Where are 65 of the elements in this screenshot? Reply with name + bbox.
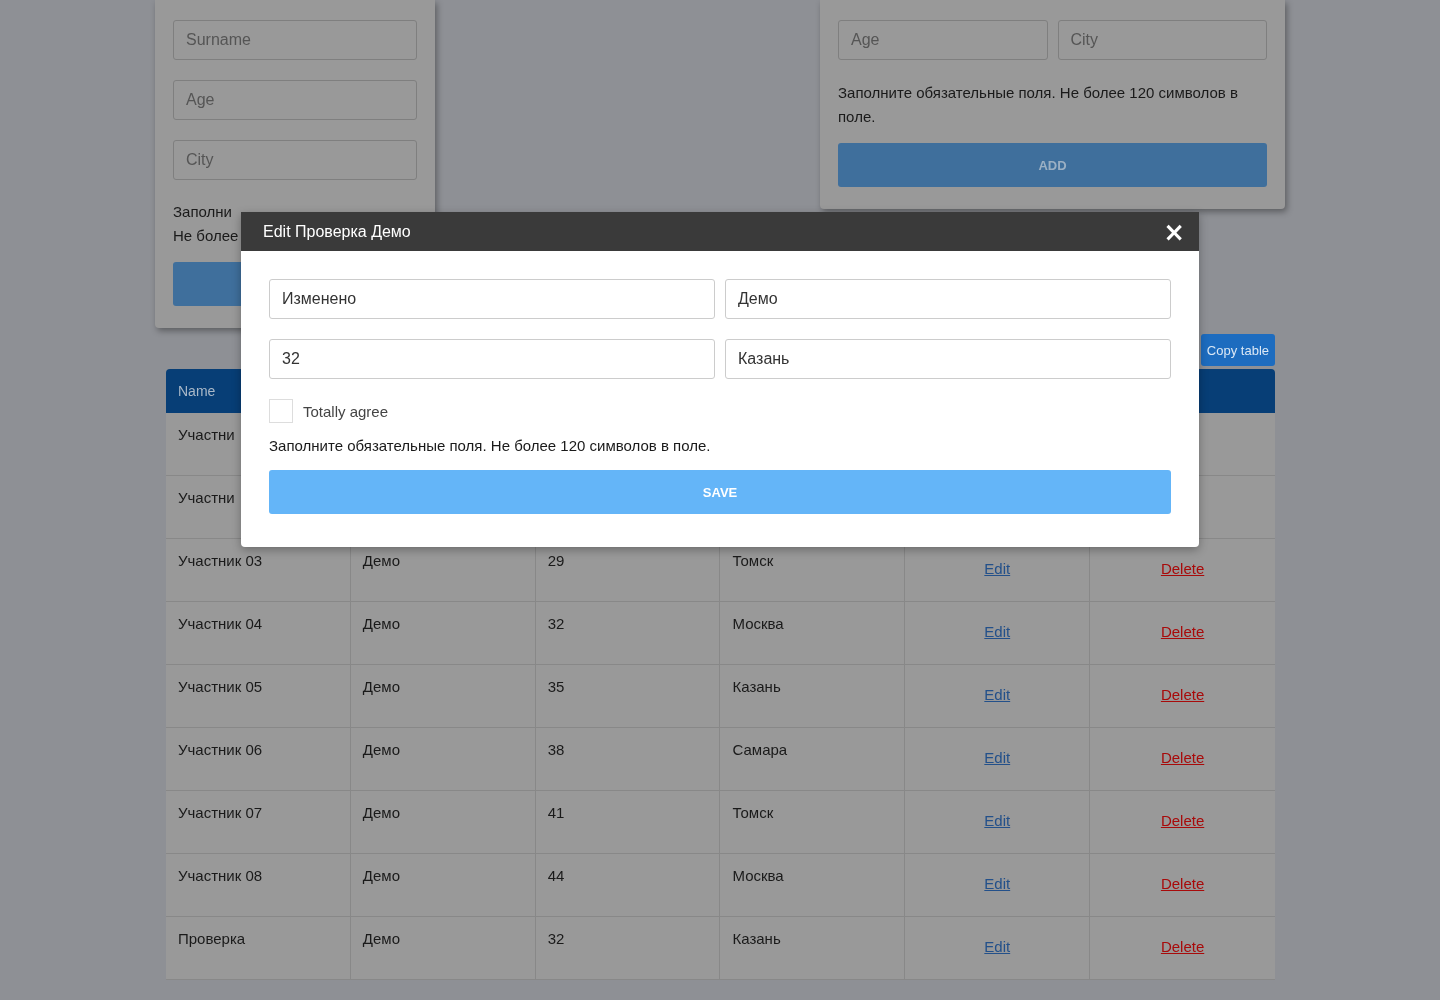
- table-cell: 35: [547, 678, 565, 695]
- input-field[interactable]: Казань: [725, 339, 1171, 379]
- delete-link[interactable]: Delete: [1160, 938, 1205, 955]
- table-cell: Демо: [362, 930, 400, 947]
- table-cell: Демо: [362, 741, 400, 758]
- table-cell: Проверка: [178, 930, 246, 947]
- hint-text: Заполните обязательные поля. Не более 120 символов в поле.: [838, 83, 1239, 127]
- hint-text: Заполни: [173, 203, 232, 220]
- add-button[interactable]: ADD: [838, 143, 1267, 187]
- table-cell: Москва: [732, 867, 784, 884]
- table-cell: Казань: [732, 678, 781, 695]
- input-field[interactable]: Surname: [173, 20, 417, 60]
- edit-link[interactable]: Edit: [984, 560, 1011, 577]
- input-field[interactable]: Age: [838, 20, 1048, 60]
- table-cell: Участник 06: [178, 741, 263, 758]
- table-cell: Томск: [732, 804, 774, 821]
- delete-link[interactable]: Delete: [1160, 686, 1205, 703]
- edit-link[interactable]: Edit: [984, 812, 1011, 829]
- table-cell: 38: [547, 741, 565, 758]
- checkbox[interactable]: [269, 399, 293, 423]
- delete-link[interactable]: Delete: [1160, 749, 1205, 766]
- table-cell: Участни: [178, 489, 235, 506]
- table-cell: Участник 04: [178, 615, 263, 632]
- close-button[interactable]: ×: [1163, 218, 1185, 245]
- delete-link[interactable]: Delete: [1160, 623, 1205, 640]
- hint-text: Заполните обязательные поля. Не более 120 символов в поле.: [269, 437, 712, 454]
- table-cell: Участник 07: [178, 804, 263, 821]
- table-cell: 32: [547, 615, 565, 632]
- edit-link[interactable]: Edit: [984, 623, 1011, 640]
- table-cell: Участник 05: [178, 678, 263, 695]
- delete-link[interactable]: Delete: [1160, 875, 1205, 892]
- table-cell: Томск: [732, 552, 774, 569]
- table-cell: 29: [547, 552, 565, 569]
- table-cell: Москва: [732, 615, 784, 632]
- edit-link[interactable]: Edit: [984, 875, 1011, 892]
- input-field[interactable]: Демо: [725, 279, 1171, 319]
- table-cell: 32: [547, 930, 565, 947]
- table-cell: Самара: [732, 741, 788, 758]
- table-cell: Казань: [732, 930, 781, 947]
- table-cell: Демо: [362, 615, 400, 632]
- dialog-title: Edit Проверка Демо: [263, 222, 411, 241]
- delete-link[interactable]: Delete: [1160, 560, 1205, 577]
- input-field[interactable]: 32: [269, 339, 715, 379]
- table-cell: Участник 08: [178, 867, 263, 884]
- input-field[interactable]: Изменено: [269, 279, 715, 319]
- save-button[interactable]: SAVE: [269, 470, 1171, 514]
- input-field[interactable]: Age: [173, 80, 417, 120]
- edit-link[interactable]: Edit: [984, 938, 1011, 955]
- table-cell: Демо: [362, 804, 400, 821]
- edit-link[interactable]: Edit: [984, 686, 1011, 703]
- table-cell: Демо: [362, 867, 400, 884]
- checkbox-label: Totally agree: [303, 402, 389, 420]
- table-cell: Участни: [178, 426, 235, 443]
- table-cell: Демо: [362, 552, 400, 569]
- column-header: Name: [178, 383, 216, 399]
- table-cell: Демо: [362, 678, 400, 695]
- table-cell: 44: [547, 867, 565, 884]
- delete-link[interactable]: Delete: [1160, 812, 1205, 829]
- input-field[interactable]: City: [1057, 20, 1267, 60]
- table-cell: 41: [547, 804, 565, 821]
- input-field[interactable]: City: [173, 140, 417, 180]
- copy-table-button[interactable]: Copy table: [1200, 334, 1275, 366]
- edit-link[interactable]: Edit: [984, 749, 1011, 766]
- table-cell: Участник 03: [178, 552, 263, 569]
- hint-text: Не более: [173, 227, 239, 244]
